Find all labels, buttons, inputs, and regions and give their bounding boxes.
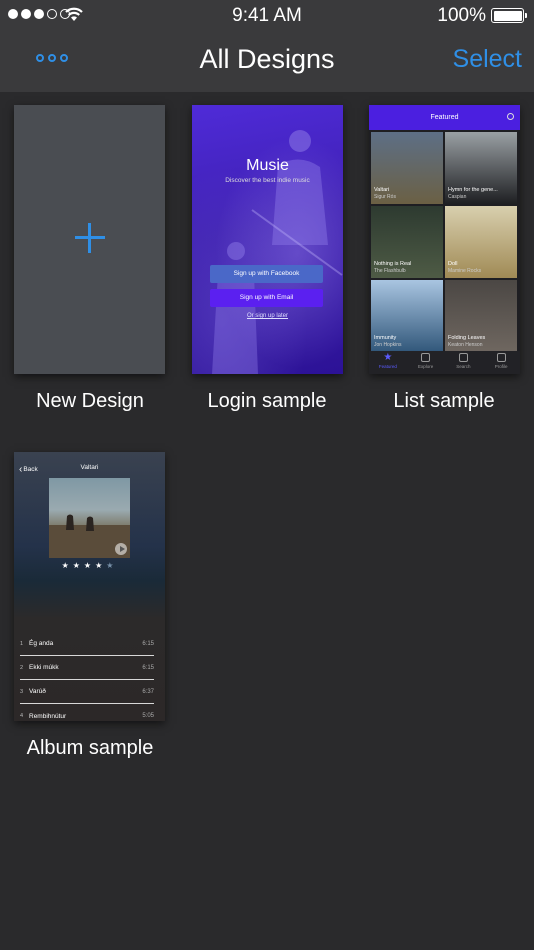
album-tile: Hymn for the gene... Caspian <box>445 132 517 204</box>
status-bar: 9:41 AM 100% <box>0 0 534 30</box>
tile-title: Hymn for the gene... <box>448 187 498 193</box>
track-name: Varúð <box>29 688 46 695</box>
facebook-signup-button: Sign up with Facebook <box>210 265 323 283</box>
star-icon: ★ <box>383 352 393 363</box>
tile-title: Immunity <box>374 335 397 341</box>
track-row: 1 Ég anda 6:15 <box>20 632 154 656</box>
signup-later-link: Or sign up later <box>246 313 289 319</box>
tab-explore: Explore <box>411 351 441 374</box>
tile-subtitle: Caspian <box>448 194 467 200</box>
tile-subtitle: The Flashbulb <box>374 268 406 274</box>
album-tile: Doll Mamine Rocks <box>445 206 517 278</box>
star-icon: ★ <box>95 561 107 570</box>
album-tile: Immunity Jon Hopkins <box>371 280 443 352</box>
track-number: 1 <box>20 640 24 647</box>
album-sample-thumbnail[interactable]: ‹Back Valtari ★★★★★ 1 Ég anda 6:15 2 Ekki… <box>14 452 165 721</box>
tile-title: Nothing is Real <box>374 261 412 267</box>
rating-stars: ★★★★★ <box>14 561 165 570</box>
design-label: Album sample <box>26 737 154 759</box>
tab-bar: ★ Featured Explore Search Profile <box>369 351 520 374</box>
tab-profile: Profile <box>486 351 516 374</box>
navigation-bar: All Designs Select <box>0 30 534 92</box>
track-number: 3 <box>20 688 24 695</box>
star-icon: ★ <box>61 561 73 570</box>
tile-title: Folding Leaves <box>448 335 486 341</box>
design-label: New Design <box>36 390 144 412</box>
track-row: 4 Rembihnútur 5:05 <box>20 704 154 721</box>
search-icon <box>507 113 514 120</box>
track-number: 2 <box>20 664 24 671</box>
musician-silhouettes <box>212 130 343 374</box>
battery-percentage: 100% <box>437 5 486 26</box>
track-duration: 6:15 <box>142 640 154 647</box>
album-title: Valtari <box>80 464 99 471</box>
tile-title: Doll <box>448 261 458 267</box>
plus-icon <box>75 223 105 253</box>
track-number: 4 <box>20 713 24 719</box>
battery-icon <box>491 8 527 23</box>
star-icon: ★ <box>106 561 118 570</box>
select-button[interactable]: Select <box>453 45 522 74</box>
track-duration: 6:37 <box>142 688 154 695</box>
album-tile: Nothing is Real The Flashbulb <box>371 206 443 278</box>
track-duration: 6:15 <box>142 664 154 671</box>
track-name: Ekki múkk <box>29 664 59 671</box>
tile-subtitle: Jon Hopkins <box>374 342 402 348</box>
design-label: List sample <box>393 390 495 412</box>
star-icon: ★ <box>72 561 84 570</box>
app-tagline: Discover the best indie music <box>225 177 310 184</box>
search-icon <box>458 353 468 362</box>
track-name: Ég anda <box>29 640 54 647</box>
album-tile: Valtari Sigur Rós <box>371 132 443 204</box>
tile-subtitle: Mamine Rocks <box>448 268 482 274</box>
list-sample-thumbnail[interactable]: Featured Valtari Sigur Rós Hymn for the g… <box>369 105 520 374</box>
track-name: Rembihnútur <box>29 712 67 720</box>
track-row: 2 Ekki múkk 6:15 <box>20 656 154 680</box>
tile-title: Valtari <box>374 187 390 193</box>
design-label: Login sample <box>207 390 327 412</box>
play-icon <box>115 543 127 555</box>
album-tile: Folding Leaves Keaton Henson <box>445 280 517 352</box>
tab-search: Search <box>448 351 478 374</box>
track-row: 3 Varúð 6:37 <box>20 680 154 704</box>
tile-subtitle: Keaton Henson <box>448 342 483 348</box>
new-design-thumbnail[interactable] <box>14 105 165 374</box>
album-cover <box>49 478 130 558</box>
star-icon: ★ <box>83 561 96 570</box>
app-name: Musie <box>246 157 289 174</box>
tab-featured: ★ Featured <box>373 351 403 374</box>
profile-icon <box>496 353 506 362</box>
login-sample-thumbnail[interactable]: Musie Discover the best indie music Sign… <box>192 105 343 374</box>
album-grid: Valtari Sigur Rós Hymn for the gene... Ca… <box>371 132 518 352</box>
email-signup-button: Sign up with Email <box>210 289 323 307</box>
tile-subtitle: Sigur Rós <box>374 194 396 200</box>
track-duration: 5:05 <box>142 713 154 719</box>
list-header: Featured <box>369 105 520 130</box>
track-list: 1 Ég anda 6:15 2 Ekki múkk 6:15 3 Varúð 6:… <box>20 632 154 721</box>
explore-icon <box>421 353 431 362</box>
